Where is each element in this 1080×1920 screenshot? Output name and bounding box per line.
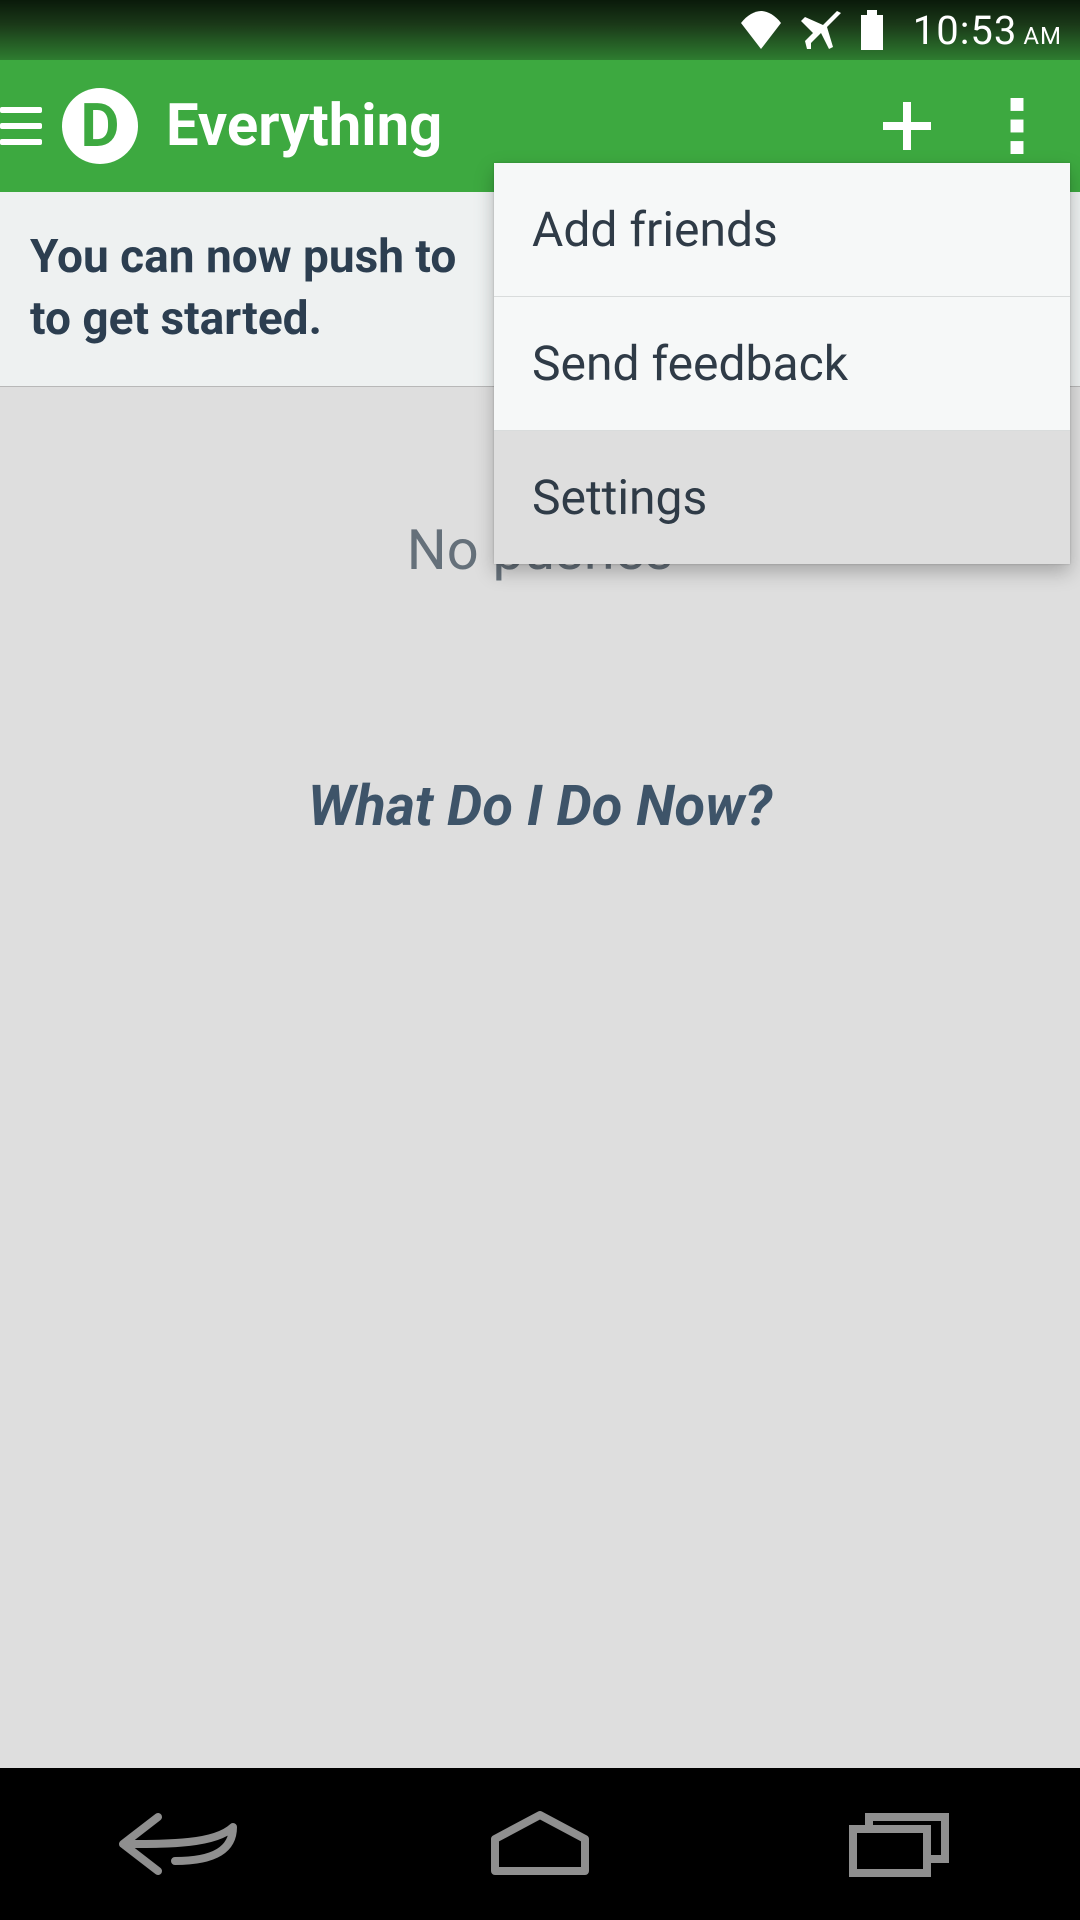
menu-item-label: Add friends — [532, 201, 778, 258]
home-button[interactable] — [460, 1799, 620, 1889]
battery-icon — [859, 10, 885, 50]
page-title: Everything — [166, 92, 852, 160]
status-icons: 10:53 AM — [739, 7, 1062, 54]
status-time: 10:53 AM — [913, 7, 1062, 54]
main-content: No pushes What Do I Do Now? — [0, 517, 1080, 1920]
status-time-value: 10:53 — [913, 7, 1018, 54]
menu-item-label: Settings — [532, 469, 707, 526]
plus-icon — [879, 98, 935, 154]
status-bar: 10:53 AM — [0, 0, 1080, 60]
recents-button[interactable] — [820, 1799, 980, 1889]
recents-icon — [845, 1809, 955, 1879]
nav-bar — [0, 1768, 1080, 1920]
airplane-icon — [801, 10, 841, 50]
status-time-ampm: AM — [1023, 22, 1062, 50]
cta-link[interactable]: What Do I Do Now? — [0, 773, 1080, 839]
menu-icon[interactable] — [0, 107, 52, 145]
app-logo[interactable]: D — [62, 88, 138, 164]
back-button[interactable] — [100, 1799, 260, 1889]
menu-item-send-feedback[interactable]: Send feedback — [494, 297, 1070, 431]
back-icon — [115, 1809, 245, 1879]
wifi-icon — [739, 11, 783, 49]
home-icon — [485, 1809, 595, 1879]
overflow-menu: Add friends Send feedback Settings — [494, 163, 1070, 564]
app-logo-letter: D — [81, 96, 120, 156]
menu-item-add-friends[interactable]: Add friends — [494, 163, 1070, 297]
menu-item-settings[interactable]: Settings — [494, 431, 1070, 564]
menu-item-label: Send feedback — [532, 335, 848, 392]
more-vert-icon — [1010, 98, 1024, 154]
